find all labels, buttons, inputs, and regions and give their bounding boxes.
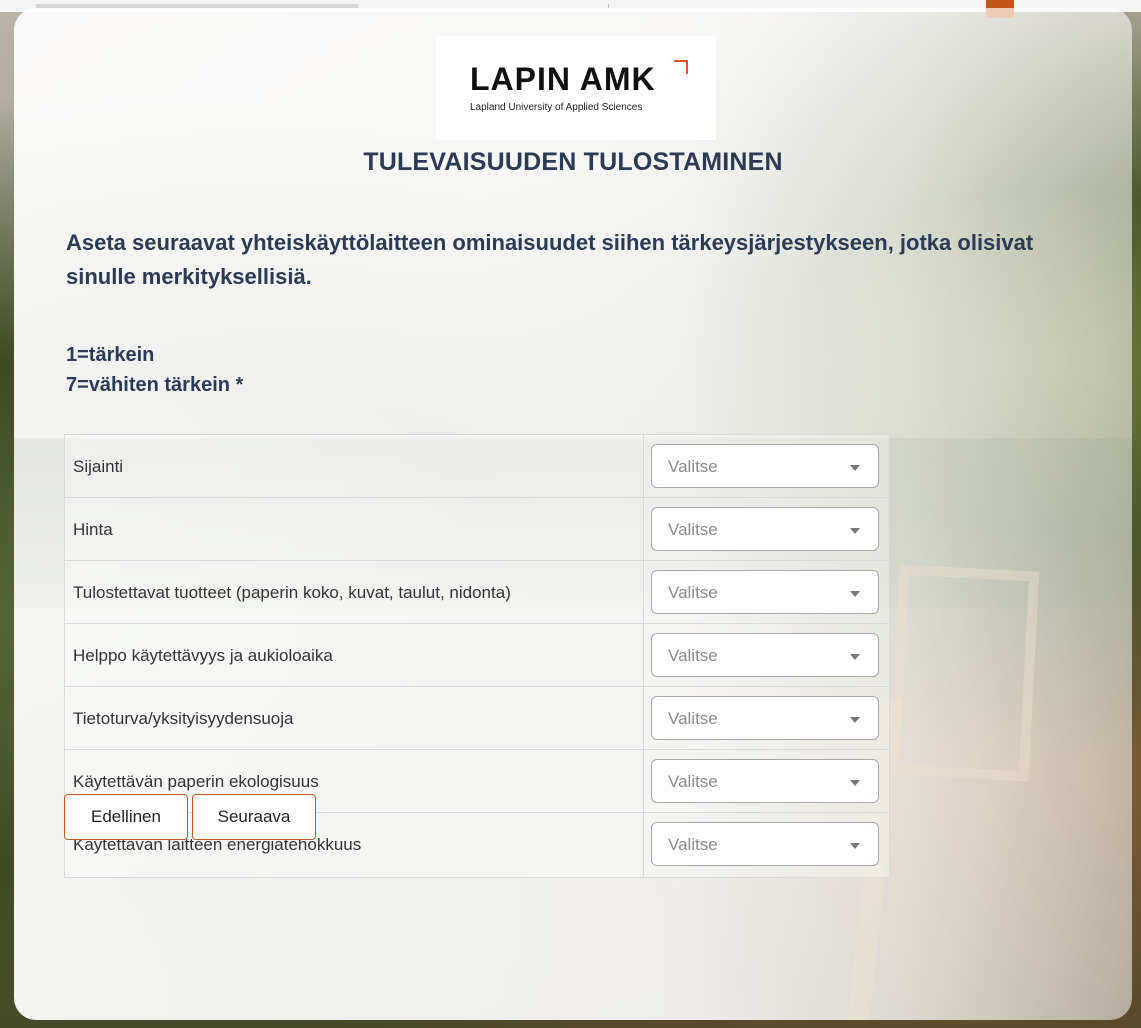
- chevron-down-icon: [850, 591, 860, 597]
- logo: LAPIN AMK Lapland University of Applied …: [436, 36, 716, 140]
- table-row: Sijainti Valitse: [65, 435, 889, 498]
- table-row: Käytettävän laitteen energiatehokkuus Va…: [65, 813, 889, 877]
- page-title: TULEVAISUUDEN TULOSTAMINEN: [363, 148, 783, 176]
- select-value: Valitse: [668, 583, 718, 602]
- row-divider: [643, 624, 644, 686]
- row-divider: [643, 435, 644, 497]
- select-value: Valitse: [668, 835, 718, 854]
- select-value: Valitse: [668, 646, 718, 665]
- scale-legend: 1=tärkein 7=vähiten tärkein *: [66, 340, 243, 400]
- logo-wordmark: LAPIN AMK: [470, 61, 656, 97]
- question-text: Aseta seuraavat yhteiskäyttölaitteen omi…: [66, 230, 1034, 289]
- logo-tagline: Lapland University of Applied Sciences: [470, 102, 643, 113]
- chevron-down-icon: [850, 528, 860, 534]
- row-divider: [643, 750, 644, 812]
- form-card: LAPIN AMK Lapland University of Applied …: [14, 8, 1132, 1020]
- row-divider: [643, 813, 644, 877]
- background-frame: [888, 564, 1040, 782]
- table-row: Tulostettavat tuotteet (paperin koko, ku…: [65, 561, 889, 624]
- table-row: Tietoturva/yksityisyydensuoja Valitse: [65, 687, 889, 750]
- select-value: Valitse: [668, 520, 718, 539]
- scale-top: 1=tärkein: [66, 344, 155, 366]
- row-label: Käytettävän paperin ekologisuus: [73, 772, 319, 791]
- next-button[interactable]: Seuraava: [192, 794, 316, 840]
- select-value: Valitse: [668, 772, 718, 791]
- chevron-down-icon: [850, 780, 860, 786]
- table-row: Hinta Valitse: [65, 498, 889, 561]
- row-divider: [643, 498, 644, 560]
- rank-select[interactable]: Valitse: [651, 633, 879, 677]
- select-value: Valitse: [668, 709, 718, 728]
- chevron-down-icon: [850, 717, 860, 723]
- row-divider: [643, 687, 644, 749]
- table-row: Helppo käytettävyys ja aukioloaika Valit…: [65, 624, 889, 687]
- scale-bottom: 7=vähiten tärkein *: [66, 374, 244, 396]
- row-label: Hinta: [73, 520, 113, 539]
- rank-select[interactable]: Valitse: [651, 507, 879, 551]
- previous-button[interactable]: Edellinen: [64, 794, 188, 840]
- logo-corner-mark: [674, 60, 688, 74]
- rank-select[interactable]: Valitse: [651, 444, 879, 488]
- rank-select[interactable]: Valitse: [651, 570, 879, 614]
- rank-select[interactable]: Valitse: [651, 759, 879, 803]
- table-row: Käytettävän paperin ekologisuus Valitse: [65, 750, 889, 813]
- row-label: Helppo käytettävyys ja aukioloaika: [73, 646, 333, 665]
- chevron-down-icon: [850, 843, 860, 849]
- chevron-down-icon: [850, 465, 860, 471]
- rank-select[interactable]: Valitse: [651, 696, 879, 740]
- row-divider: [643, 561, 644, 623]
- rank-select[interactable]: Valitse: [651, 822, 879, 866]
- chevron-down-icon: [850, 654, 860, 660]
- row-label: Tulostettavat tuotteet (paperin koko, ku…: [73, 583, 511, 602]
- select-value: Valitse: [668, 457, 718, 476]
- row-label: Sijainti: [73, 457, 124, 476]
- row-label: Tietoturva/yksityisyydensuoja: [73, 709, 294, 728]
